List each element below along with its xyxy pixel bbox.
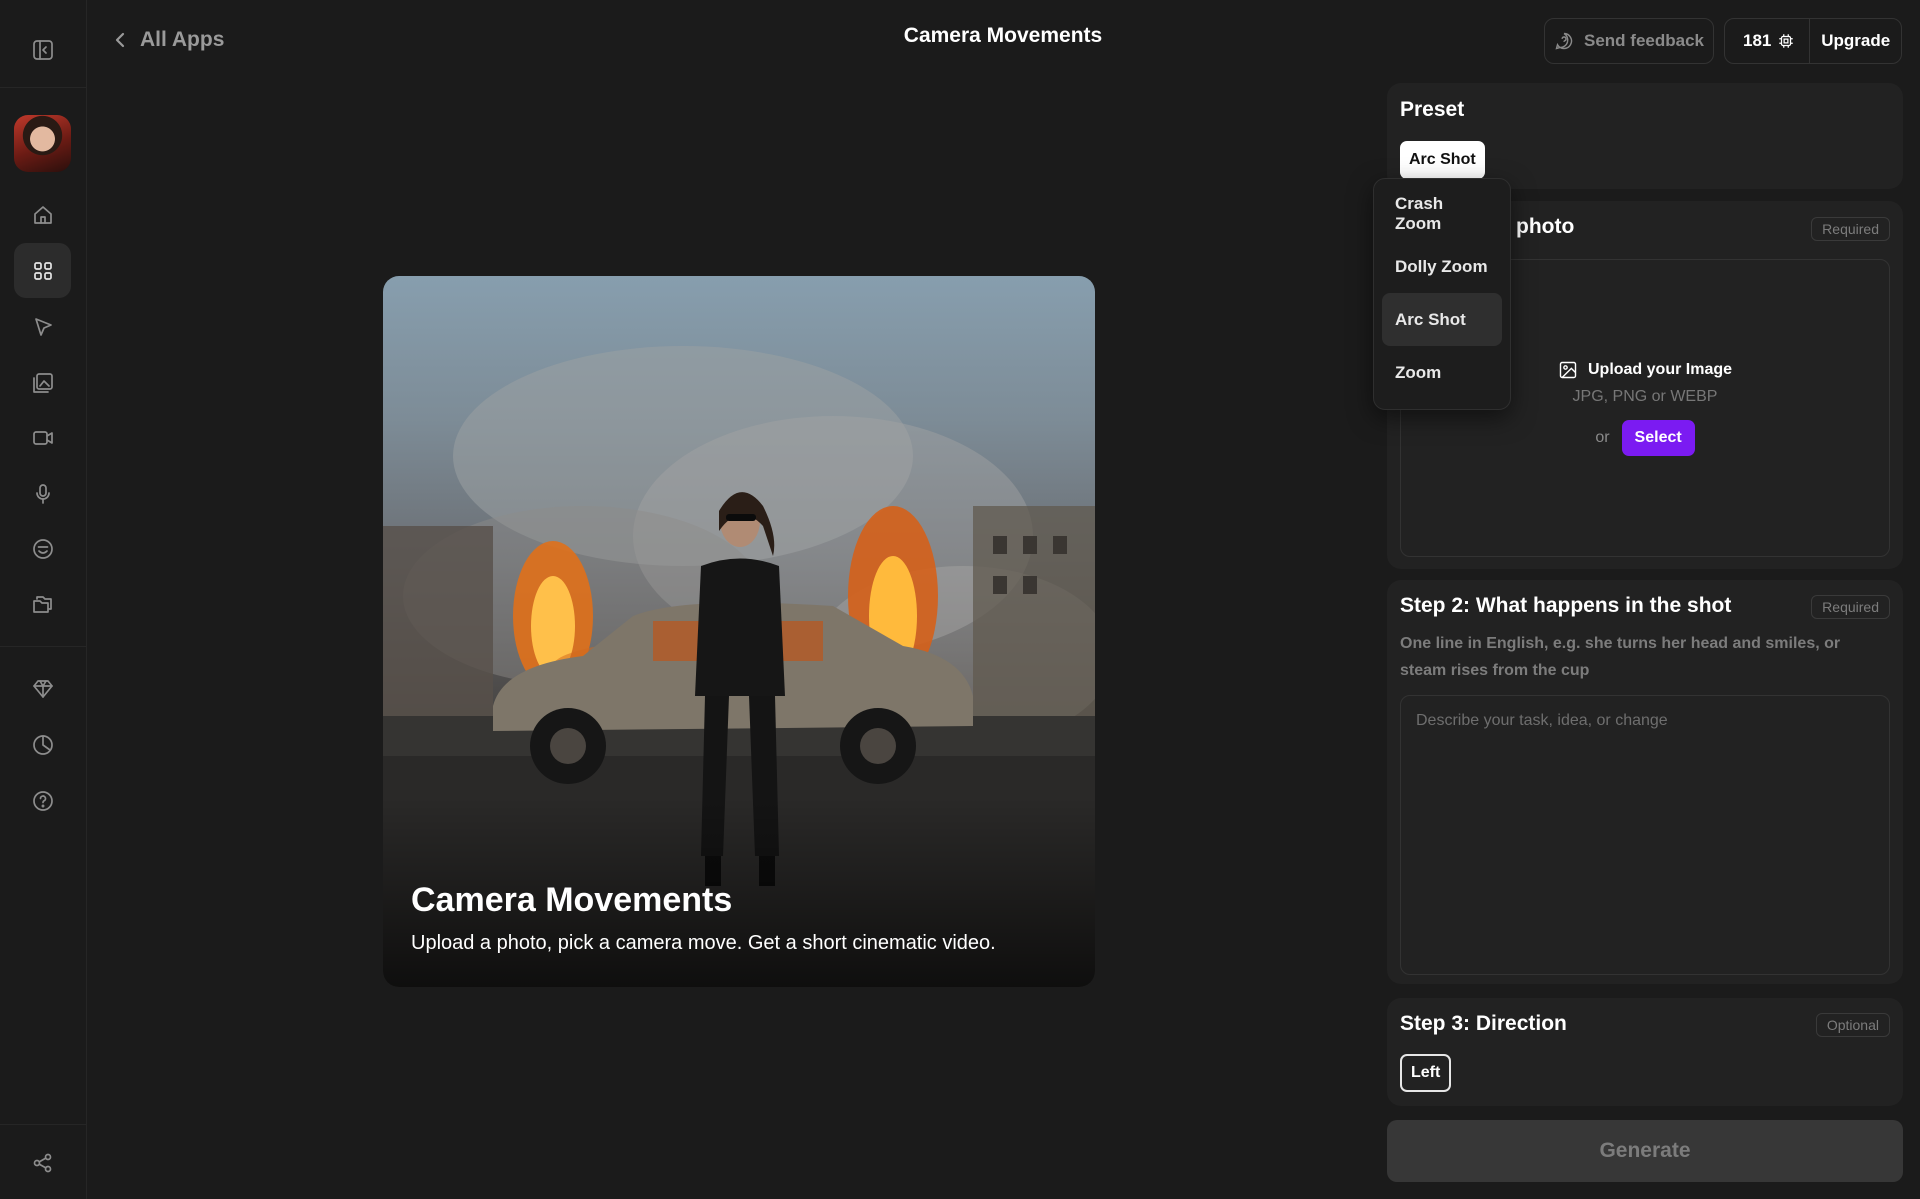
sidebar [0, 0, 87, 1199]
home-icon[interactable] [14, 187, 71, 242]
sidebar-divider [0, 87, 87, 88]
pie-chart-icon[interactable] [14, 717, 71, 772]
avatar[interactable] [14, 115, 71, 172]
image-icon [1559, 361, 1577, 379]
microphone-icon[interactable] [14, 466, 71, 521]
page-title: Camera Movements [903, 24, 1103, 47]
select-button[interactable]: Select [1621, 420, 1695, 456]
preset-option-crash-zoom[interactable]: Crash Zoom [1382, 187, 1502, 240]
step1-title: photo [1516, 215, 1575, 238]
preset-option-zoom[interactable]: Zoom [1382, 346, 1502, 399]
credits-value: 181 [1743, 31, 1772, 50]
step2-title: Step 2: What happens in the shot [1400, 594, 1732, 617]
credits-box: 181 Upgrade [1724, 18, 1902, 64]
step3-panel: Step 3: Direction Optional Left [1387, 998, 1903, 1106]
direction-left-chip[interactable]: Left [1400, 1054, 1452, 1092]
back-link[interactable]: All Apps [110, 24, 224, 56]
panel-toggle-icon[interactable] [14, 22, 71, 77]
upload-label-text: Upload your Image [1587, 361, 1733, 378]
or-label: or [1595, 429, 1610, 446]
image-edit-icon[interactable] [14, 355, 71, 410]
send-feedback-button[interactable]: Send feedback [1544, 18, 1714, 64]
preset-panel: Preset Arc Shot [1387, 83, 1903, 189]
hero-title: Camera Movements [411, 881, 733, 919]
video-icon[interactable] [14, 410, 71, 465]
share-icon[interactable] [14, 1135, 71, 1190]
step2-panel: Step 2: What happens in the shot Require… [1387, 580, 1903, 984]
help-icon[interactable] [14, 773, 71, 828]
chip-icon [1779, 34, 1794, 48]
required-badge: Required [1811, 595, 1890, 619]
generate-button[interactable]: Generate [1387, 1120, 1903, 1182]
credits-count[interactable]: 181 [1725, 19, 1811, 63]
cursor-icon[interactable] [14, 299, 71, 354]
back-label: All Apps [140, 28, 225, 51]
select-row: or Select [1401, 420, 1889, 456]
feedback-icon [1555, 32, 1573, 50]
task-description-input[interactable] [1400, 695, 1890, 975]
emoji-icon[interactable] [14, 521, 71, 576]
hero-card: Camera Movements Upload a photo, pick a … [383, 276, 1095, 987]
optional-badge: Optional [1815, 1013, 1890, 1037]
preset-title: Preset [1400, 98, 1465, 121]
apps-grid-icon[interactable] [14, 243, 71, 298]
diamond-icon[interactable] [14, 661, 71, 716]
preset-option-arc-shot[interactable]: Arc Shot [1382, 293, 1502, 346]
sidebar-divider [0, 646, 87, 647]
chevron-left-icon [115, 32, 125, 48]
preset-dropdown: Crash Zoom Dolly Zoom Arc Shot Zoom [1373, 178, 1511, 410]
folder-icon[interactable] [14, 576, 71, 631]
sidebar-divider [0, 1124, 87, 1125]
feedback-label: Send feedback [1584, 31, 1704, 50]
required-badge: Required [1811, 217, 1890, 241]
step3-title: Step 3: Direction [1400, 1012, 1567, 1035]
preset-option-dolly-zoom[interactable]: Dolly Zoom [1382, 240, 1502, 293]
upgrade-button[interactable]: Upgrade [1810, 31, 1901, 51]
preset-selected-chip[interactable]: Arc Shot [1400, 141, 1485, 179]
step2-description: One line in English, e.g. she turns her … [1400, 635, 1841, 679]
hero-subtitle: Upload a photo, pick a camera move. Get … [411, 932, 996, 954]
